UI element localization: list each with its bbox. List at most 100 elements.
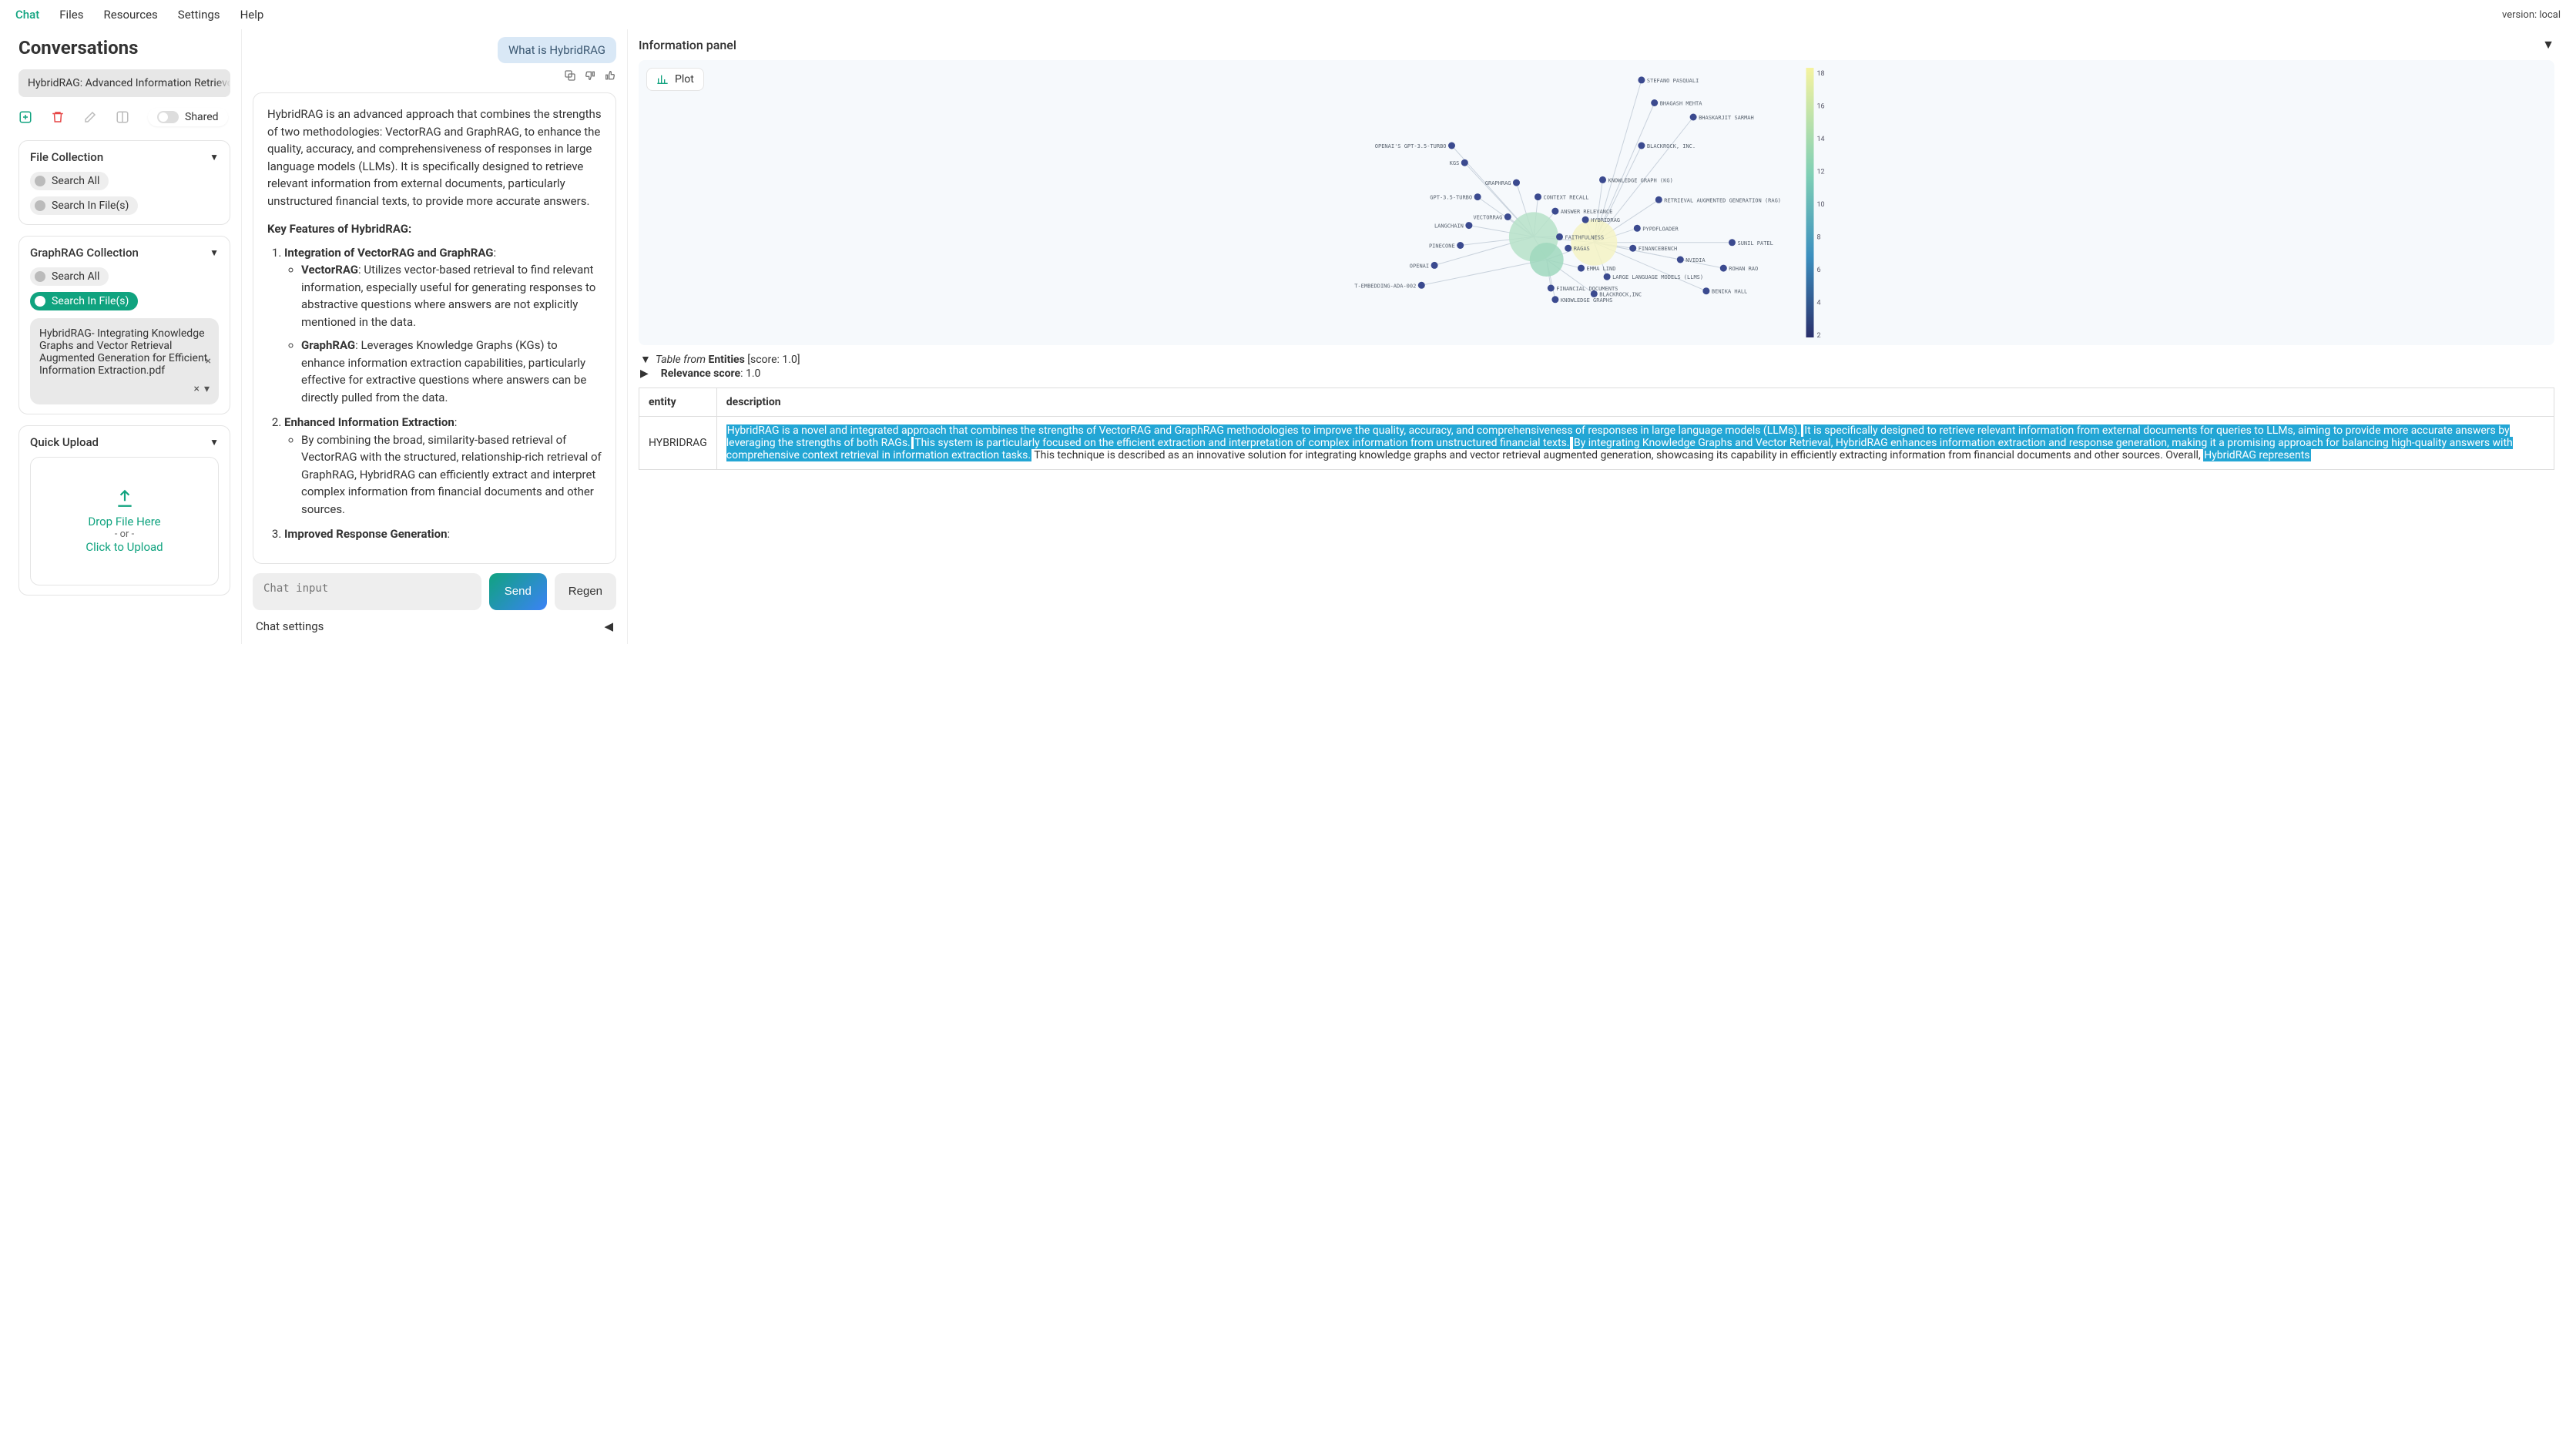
- entities-label: Entities: [708, 354, 744, 366]
- svg-text:FINANCEBENCH: FINANCEBENCH: [1639, 246, 1678, 252]
- conversation-item[interactable]: HybridRAG: Advanced Information Retrievc: [18, 69, 230, 97]
- plot-badge[interactable]: Plot: [646, 68, 704, 91]
- svg-text:2: 2: [1817, 332, 1821, 340]
- chip-label: Search All: [52, 175, 99, 187]
- chat-settings-collapse-icon[interactable]: ◀: [604, 619, 613, 633]
- svg-text:8: 8: [1817, 234, 1821, 242]
- tab-files[interactable]: Files: [59, 8, 83, 22]
- conversations-heading: Conversations: [18, 37, 230, 59]
- assistant-answer: HybridRAG is an advanced approach that c…: [253, 92, 616, 564]
- tab-chat[interactable]: Chat: [15, 8, 39, 22]
- edit-conversation-icon[interactable]: [83, 110, 97, 124]
- svg-text:CONTEXT RECALL: CONTEXT RECALL: [1544, 195, 1589, 201]
- tab-resources[interactable]: Resources: [104, 8, 158, 22]
- chip-label: Search In File(s): [52, 200, 129, 212]
- svg-text:EMMA LIND: EMMA LIND: [1587, 266, 1616, 272]
- svg-text:FAITHFULNESS: FAITHFULNESS: [1565, 234, 1605, 240]
- svg-text:16: 16: [1817, 103, 1825, 111]
- feat1-a-label: VectorRAG: [301, 263, 358, 277]
- svg-text:18: 18: [1817, 70, 1825, 78]
- shared-label: Shared: [185, 111, 219, 123]
- feat2-title: Enhanced Information Extraction: [284, 415, 454, 429]
- table-row: HYBRIDRAG HybridRAG is a novel and integ…: [639, 417, 2554, 470]
- svg-text:NVIDIA: NVIDIA: [1685, 257, 1706, 263]
- thumbs-up-icon[interactable]: [604, 69, 616, 82]
- file-search-all-chip[interactable]: Search All: [30, 172, 109, 190]
- delete-conversation-icon[interactable]: [51, 110, 65, 124]
- toggle-switch[interactable]: [157, 111, 179, 123]
- desc-hl: HybridRAG represents: [2203, 449, 2310, 461]
- shared-toggle[interactable]: Shared: [148, 108, 228, 126]
- tab-help[interactable]: Help: [240, 8, 264, 22]
- remove-file-icon[interactable]: ×: [206, 355, 211, 367]
- file-collection-panel: File Collection ▼ Search All Search In F…: [18, 140, 230, 225]
- upload-icon: [115, 488, 135, 508]
- svg-text:VECTORRAG: VECTORRAG: [1473, 215, 1502, 221]
- svg-text:PYPDFLOADER: PYPDFLOADER: [1642, 226, 1679, 232]
- answer-intro: HybridRAG is an advanced approach that c…: [267, 106, 602, 210]
- svg-text:GPT-3.5-TURBO: GPT-3.5-TURBO: [1430, 195, 1472, 201]
- graphrag-search-all-chip[interactable]: Search All: [30, 267, 109, 286]
- svg-text:STEFANO PASQUALI: STEFANO PASQUALI: [1647, 78, 1699, 84]
- quick-upload-title: Quick Upload: [30, 435, 99, 449]
- dropdown-icon[interactable]: ▾: [204, 383, 210, 395]
- svg-text:T-EMBEDDING-ADA-002: T-EMBEDDING-ADA-002: [1354, 283, 1416, 289]
- svg-text:14: 14: [1817, 136, 1825, 143]
- svg-text:6: 6: [1817, 267, 1821, 274]
- table-from-label: Table from: [656, 354, 709, 366]
- selected-file-entry[interactable]: HybridRAG- Integrating Knowledge Graphs …: [30, 318, 219, 404]
- drop-file-label: Drop File Here: [88, 515, 160, 528]
- th-description: description: [716, 388, 2554, 417]
- svg-text:HYBRIDRAG: HYBRIDRAG: [1591, 217, 1620, 223]
- svg-text:BHASKARJIT SARMAH: BHASKARJIT SARMAH: [1699, 115, 1754, 121]
- layout-icon[interactable]: [116, 110, 129, 124]
- svg-text:BHAGASH MEHTA: BHAGASH MEHTA: [1660, 101, 1703, 107]
- quick-upload-panel: Quick Upload ▼ Drop File Here - or - Cli…: [18, 425, 230, 596]
- desc-hl: This system is particularly focused on t…: [914, 437, 1570, 449]
- user-message: What is HybridRAG: [498, 37, 616, 63]
- chat-settings-label[interactable]: Chat settings: [256, 619, 324, 633]
- expand-icon[interactable]: ▼: [640, 353, 651, 366]
- chart-icon: [656, 73, 669, 86]
- svg-text:BLACKROCK,INC: BLACKROCK,INC: [1599, 291, 1642, 297]
- svg-text:4: 4: [1817, 300, 1821, 307]
- entity-cell: HYBRIDRAG: [639, 417, 717, 470]
- svg-text:KGS: KGS: [1450, 160, 1460, 166]
- collapse-icon[interactable]: ▼: [210, 247, 219, 258]
- new-conversation-icon[interactable]: [18, 110, 32, 124]
- svg-text:LANGCHAIN: LANGCHAIN: [1434, 223, 1464, 230]
- upload-dropzone[interactable]: Drop File Here - or - Click to Upload: [30, 457, 219, 585]
- desc-plain: This technique is described as an innova…: [1034, 449, 2203, 461]
- svg-text:OPENAI'S GPT-3.5-TURBO: OPENAI'S GPT-3.5-TURBO: [1375, 143, 1447, 149]
- clear-icon[interactable]: ×: [193, 383, 199, 395]
- svg-text:KNOWLEDGE GRAPH (KG): KNOWLEDGE GRAPH (KG): [1608, 177, 1673, 183]
- desc-hl: HybridRAG is a novel and integrated appr…: [726, 424, 1801, 437]
- click-upload-label[interactable]: Click to Upload: [86, 540, 163, 554]
- feat1-b-label: GraphRAG: [301, 338, 355, 352]
- graphrag-collection-title: GraphRAG Collection: [30, 246, 139, 260]
- file-search-in-files-chip[interactable]: Search In File(s): [30, 196, 138, 215]
- collapse-icon[interactable]: ▼: [210, 152, 219, 163]
- info-panel-collapse-icon[interactable]: ▼: [2542, 37, 2554, 52]
- knowledge-graph-plot[interactable]: Plot STEFANO PASQUALI BHAGASH MEHTA BHASKA…: [639, 60, 2554, 345]
- table-score: [score: 1.0]: [745, 354, 800, 366]
- version-label: version: local: [2502, 9, 2561, 21]
- thumbs-down-icon[interactable]: [584, 69, 596, 82]
- svg-text:PINECONE: PINECONE: [1429, 243, 1455, 250]
- chip-label: Search In File(s): [52, 295, 129, 307]
- svg-text:LARGE LANGUAGE MODELS (LLMS): LARGE LANGUAGE MODELS (LLMS): [1612, 274, 1703, 280]
- svg-text:ANSWER RELEVANCE: ANSWER RELEVANCE: [1561, 209, 1612, 215]
- svg-text:12: 12: [1817, 169, 1825, 176]
- file-collection-title: File Collection: [30, 150, 103, 164]
- chat-input[interactable]: [253, 573, 481, 610]
- svg-text:OPENAI: OPENAI: [1410, 263, 1429, 269]
- regen-button[interactable]: Regen: [555, 573, 616, 610]
- copy-icon[interactable]: [564, 69, 576, 82]
- graphrag-search-in-files-chip[interactable]: Search In File(s): [30, 292, 138, 310]
- send-button[interactable]: Send: [489, 573, 547, 610]
- collapse-icon[interactable]: ▼: [210, 437, 219, 448]
- svg-text:SUNIL PATEL: SUNIL PATEL: [1738, 240, 1773, 247]
- tab-settings[interactable]: Settings: [178, 8, 220, 22]
- expand-icon[interactable]: ▶: [640, 367, 649, 380]
- svg-text:GRAPHRAG: GRAPHRAG: [1485, 180, 1511, 186]
